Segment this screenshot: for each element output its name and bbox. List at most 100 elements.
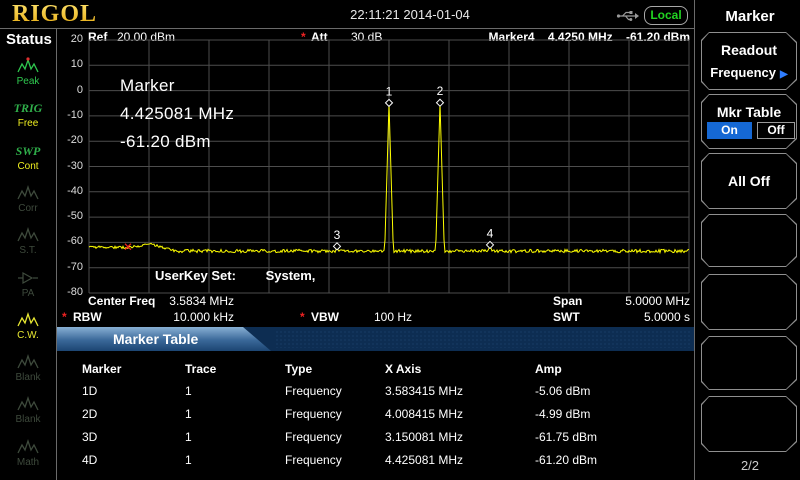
rbw-uncoupled-flag: *: [62, 310, 67, 324]
y-axis-tick: -40: [53, 185, 83, 197]
corr-icon: [0, 183, 56, 203]
rbw-value: 10.000 kHz: [146, 310, 234, 324]
marker-info-block: Marker 4.425081 MHz -61.20 dBm: [120, 72, 234, 156]
softkey-all-off[interactable]: All Off: [701, 153, 797, 209]
status-item-cw: C.W.: [0, 310, 56, 341]
blank2-icon: [0, 394, 56, 414]
peak-marker-number: 2: [437, 84, 444, 98]
marker-table-cell: 2D: [82, 407, 97, 421]
blank1-icon: [0, 352, 56, 372]
marker-table-cell: 1: [185, 430, 192, 444]
vbw-label: VBW: [311, 310, 339, 324]
cw-icon: [0, 310, 56, 330]
vbw-uncoupled-flag: *: [300, 310, 305, 324]
swt-value: 5.0000 s: [600, 310, 690, 324]
status-item-st: S.T.: [0, 225, 56, 256]
status-item-blank2: Blank: [0, 394, 56, 425]
softkey-blank-6-face: [702, 337, 796, 389]
col-trace: Trace: [185, 362, 216, 376]
datetime: 22:11:21 2014-01-04: [300, 7, 520, 22]
y-axis-tick: -50: [53, 210, 83, 222]
y-axis-tick: -80: [53, 286, 83, 298]
status-item-pa: PA: [0, 268, 56, 299]
marker-table-cell: Frequency: [285, 430, 342, 444]
status-item-blank1: Blank: [0, 352, 56, 383]
status-item-swp: SWPCont: [0, 141, 56, 172]
marker-table-row: 4D1Frequency4.425081 MHz-61.20 dBm: [57, 453, 694, 473]
status-item-corr: Corr: [0, 183, 56, 214]
marker-table-cell: 4D: [82, 453, 97, 467]
marker-table-header-bar: Marker Table: [57, 327, 694, 351]
softkey-blank-6[interactable]: [701, 336, 797, 390]
marker-table-row: 3D 1 Frequency 3.150081 MHz -61.75 dBm: [57, 430, 694, 450]
softkey-mkr-table[interactable]: Mkr Table On Off: [701, 94, 797, 149]
status-item-peak: Peak: [0, 56, 56, 87]
marker-table-cell: -61.75 dBm: [535, 430, 597, 444]
status-item-label: Math: [0, 457, 56, 468]
y-axis-tick: 20: [53, 33, 83, 45]
softkey-readout[interactable]: Readout Frequency▶: [701, 32, 797, 90]
mkr-table-off-toggle[interactable]: Off: [757, 122, 795, 139]
softkey-blank-7-face: [702, 397, 796, 451]
marker-table-bar-texture: [275, 330, 690, 348]
st-icon: [0, 225, 56, 245]
submenu-arrow-icon: ▶: [780, 69, 788, 80]
marker-table-cell: 1D: [82, 384, 97, 398]
readout-sub: Frequency ▶: [702, 65, 796, 80]
local-badge: Local: [644, 6, 688, 25]
marker-info-title: Marker: [120, 72, 234, 100]
marker-table-cell: 3D: [82, 430, 97, 444]
softkey-mkr-table-face: Mkr Table On Off: [702, 95, 796, 148]
softkey-blank-5[interactable]: [701, 274, 797, 330]
mkr-table-on-toggle[interactable]: On: [707, 122, 752, 139]
marker-info-freq: 4.425081 MHz: [120, 100, 234, 128]
vbw-value: 100 Hz: [374, 310, 412, 324]
status-item-label: Peak: [0, 76, 56, 87]
spectrum-analyzer-screen: RIGOL 22:11:21 2014-01-04 Local Status P…: [0, 0, 800, 480]
y-axis-tick: 10: [53, 58, 83, 70]
y-axis-tick: -70: [53, 261, 83, 273]
marker-table-cell: 3.583415 MHz: [385, 384, 463, 398]
status-item-label: S.T.: [0, 245, 56, 256]
marker-table-cell: -5.06 dBm: [535, 384, 590, 398]
swt-label: SWT: [553, 310, 580, 324]
userkey-label: UserKey Set:: [155, 268, 236, 283]
softkey-blank-5-face: [702, 275, 796, 329]
marker-table-row: 1D 1 Frequency 3.583415 MHz -5.06 dBm: [57, 384, 694, 404]
marker-table-cell: 3.150081 MHz: [385, 430, 463, 444]
softkey-blank-4-face: [702, 215, 796, 266]
peak-marker-diamond: [386, 99, 393, 106]
readout-sub-value: Frequency: [710, 65, 776, 80]
marker-table-cell: 1: [185, 453, 192, 467]
y-axis-tick: -10: [53, 109, 83, 121]
trig-icon: TRIG: [0, 98, 56, 118]
userkey-value: System,: [266, 268, 316, 283]
peak-marker-diamond: [437, 99, 444, 106]
y-axis-tick: -30: [53, 160, 83, 172]
softkey-readout-face: Readout Frequency▶: [702, 33, 796, 89]
userkey-message: UserKey Set: System,: [155, 268, 315, 283]
peak-marker-diamond: [334, 243, 341, 250]
marker-table-cell: Frequency: [285, 407, 342, 421]
marker-table-cell: Frequency: [285, 384, 342, 398]
swp-icon: SWP: [0, 141, 56, 161]
marker-table-header-row: Marker Trace Type X Axis Amp: [57, 362, 694, 382]
col-marker: Marker: [82, 362, 121, 376]
softkey-blank-7[interactable]: [701, 396, 797, 452]
col-type: Type: [285, 362, 312, 376]
topbar-divider: [0, 28, 694, 29]
menu-page-indicator: 2/2: [700, 458, 800, 473]
status-title: Status: [6, 31, 52, 48]
status-item-math: Math: [0, 437, 56, 468]
status-item-trig: TRIGFree: [0, 98, 56, 129]
status-item-label: Corr: [0, 203, 56, 214]
rbw-label: RBW: [73, 310, 102, 324]
status-item-label: Free: [0, 118, 56, 129]
status-item-label: Blank: [0, 372, 56, 383]
peak-marker-number: 1: [386, 84, 393, 98]
status-item-label: Cont: [0, 161, 56, 172]
marker-table-cell: 1: [185, 384, 192, 398]
y-axis-tick: -20: [53, 134, 83, 146]
y-axis-tick: -60: [53, 235, 83, 247]
softkey-blank-4[interactable]: [701, 214, 797, 267]
